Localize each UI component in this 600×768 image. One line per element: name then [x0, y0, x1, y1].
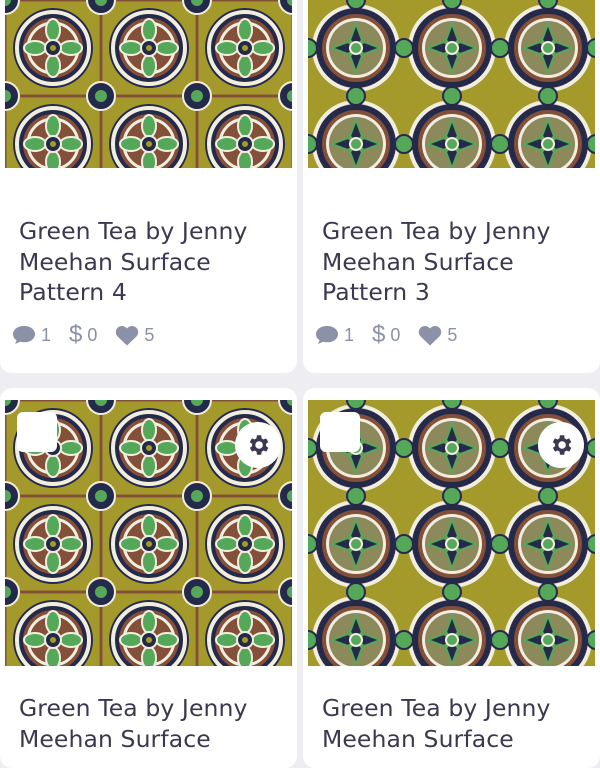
- product-card[interactable]: Green Tea by Jenny Meehan Surface Patter…: [0, 0, 297, 373]
- like-count-value: 5: [144, 324, 155, 345]
- like-count: 5: [115, 325, 154, 346]
- product-title[interactable]: Green Tea by Jenny Meehan Surface: [322, 693, 592, 754]
- product-card[interactable]: Green Tea by Jenny Meehan Surface: [303, 388, 600, 768]
- product-title[interactable]: Green Tea by Jenny Meehan Surface Patter…: [322, 216, 592, 308]
- dollar-icon: $: [372, 321, 386, 348]
- product-title[interactable]: Green Tea by Jenny Meehan Surface: [19, 693, 289, 754]
- product-stats: 1 $ 0 5: [12, 320, 172, 350]
- product-thumbnail[interactable]: [5, 400, 292, 666]
- comment-icon: [315, 325, 339, 345]
- select-checkbox[interactable]: [320, 412, 360, 452]
- product-card[interactable]: Green Tea by Jenny Meehan Surface: [0, 388, 297, 768]
- select-checkbox[interactable]: [17, 412, 57, 452]
- comment-icon: [12, 325, 36, 345]
- product-thumbnail[interactable]: [308, 0, 595, 168]
- product-stats: 1 $ 0 5: [315, 320, 475, 350]
- gear-icon: [245, 432, 271, 458]
- settings-button[interactable]: [235, 422, 281, 468]
- comment-count-value: 1: [41, 324, 52, 345]
- comment-count: 1: [315, 325, 354, 346]
- gear-icon: [548, 432, 574, 458]
- settings-button[interactable]: [538, 422, 584, 468]
- product-title[interactable]: Green Tea by Jenny Meehan Surface Patter…: [19, 216, 289, 308]
- heart-icon: [418, 325, 442, 346]
- product-thumbnail[interactable]: [5, 0, 292, 168]
- heart-icon: [115, 325, 139, 346]
- like-count-value: 5: [447, 324, 458, 345]
- price-value: 0: [390, 324, 401, 345]
- product-card[interactable]: Green Tea by Jenny Meehan Surface Patter…: [303, 0, 600, 373]
- comment-count-value: 1: [344, 324, 355, 345]
- product-thumbnail[interactable]: [308, 400, 595, 666]
- like-count: 5: [418, 325, 457, 346]
- price: $ 0: [69, 323, 97, 347]
- comment-count: 1: [12, 325, 51, 346]
- price: $ 0: [372, 323, 400, 347]
- price-value: 0: [87, 324, 98, 345]
- dollar-icon: $: [69, 321, 83, 348]
